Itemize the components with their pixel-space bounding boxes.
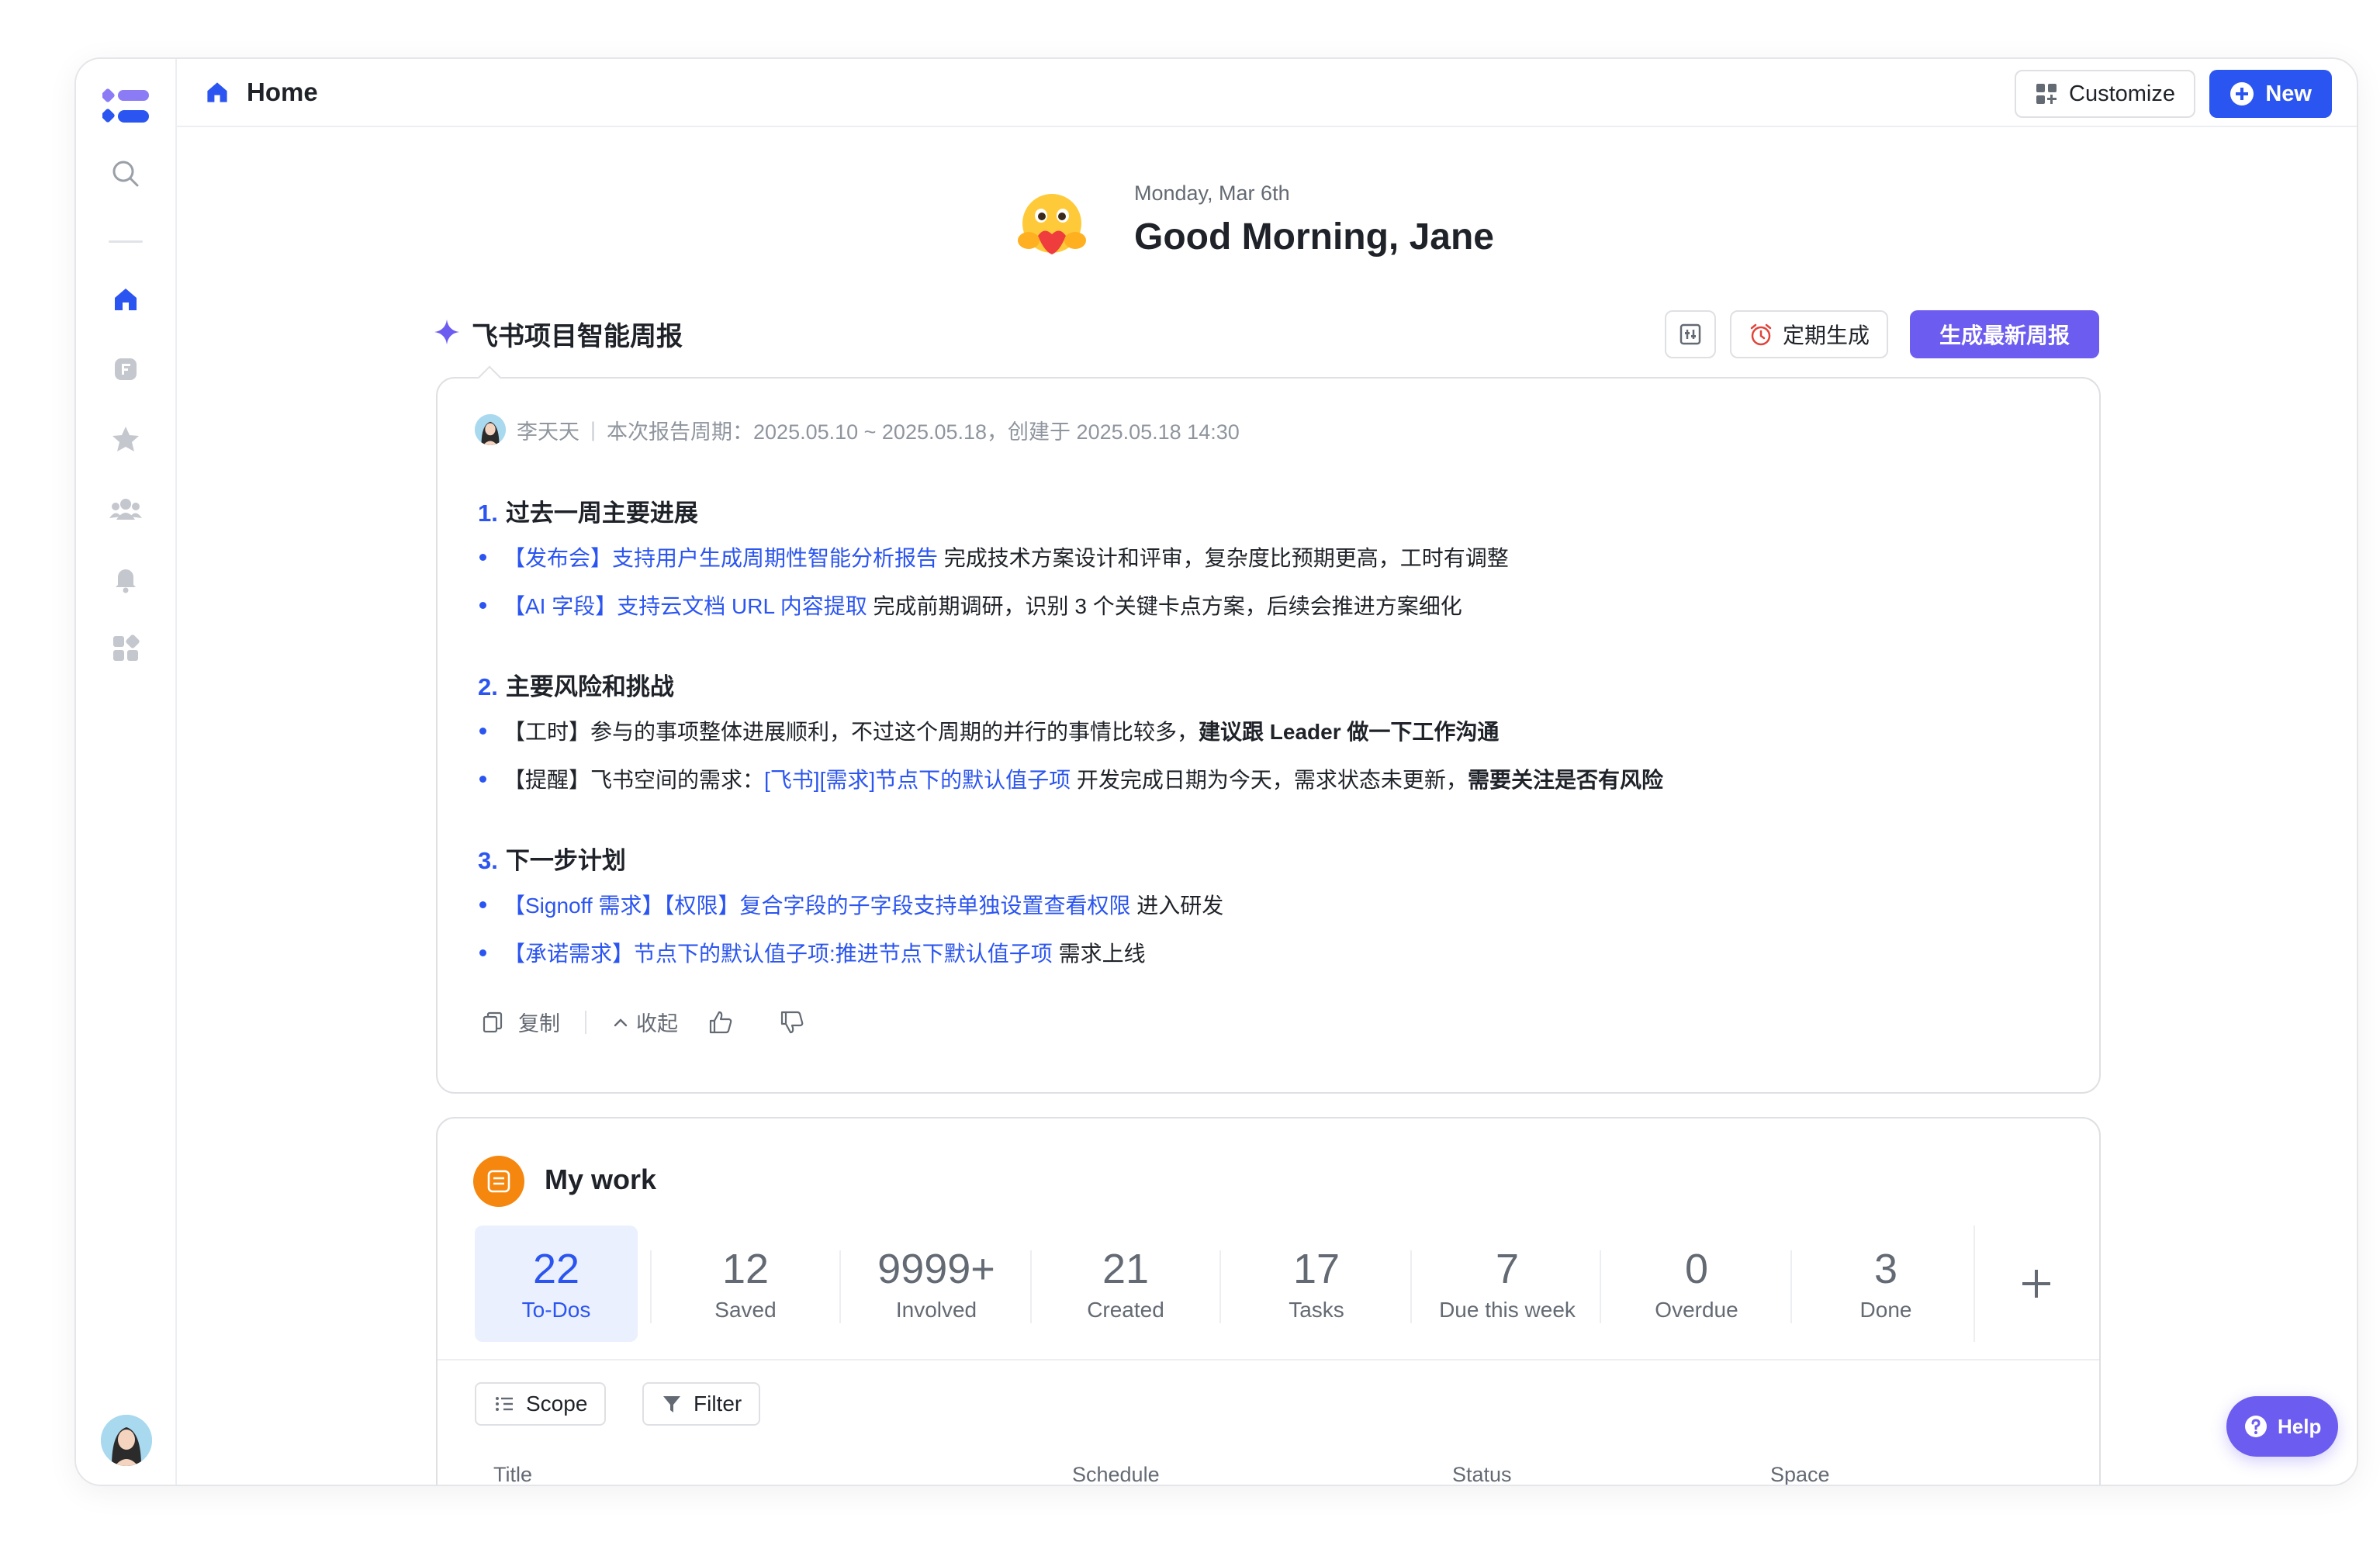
collapse-button[interactable]: 收起 — [636, 1007, 678, 1037]
filter-button[interactable]: Filter — [642, 1382, 761, 1426]
page-title: Home — [247, 78, 318, 106]
top-bar: Home Customize New — [177, 59, 2357, 127]
stat-due-this-week[interactable]: 7 Due this week — [1426, 1226, 1589, 1342]
alarm-clock-icon — [1750, 323, 1772, 346]
item-link[interactable]: 【Signoff 需求】【权限】复合字段的子字段支持单独设置查看权限 — [503, 894, 1130, 918]
column-status[interactable]: Status — [1452, 1463, 1512, 1485]
section-title: 2. 主要风险和挑战 — [478, 673, 674, 700]
list-item: 【AI 字段】支持云文档 URL 内容提取 完成前期调研，识别 3 个关键卡点方… — [479, 589, 1462, 621]
stat-divider — [1790, 1250, 1792, 1323]
report-period: 本次报告周期：2025.05.10 ~ 2025.05.18，创建于 2025.… — [607, 420, 1240, 444]
report-author: 李天天 — [517, 420, 579, 444]
help-button[interactable]: Help — [2226, 1396, 2339, 1457]
breadcrumb: Home — [203, 78, 318, 107]
user-avatar[interactable] — [101, 1415, 152, 1466]
hug-emoji-icon — [1015, 192, 1089, 259]
list-item: 【工时】参与的事项整体进展顺利，不过这个周期的并行的事情比较多，建议跟 Lead… — [479, 715, 1499, 746]
grid-icon — [2036, 84, 2057, 104]
scope-label: Scope — [526, 1392, 588, 1416]
author-avatar — [475, 414, 506, 445]
report-card: 李天天 | 本次报告周期：2025.05.10 ~ 2025.05.18，创建于… — [436, 365, 2101, 1094]
section-title: 3. 下一步计划 — [478, 847, 626, 874]
document-icon[interactable] — [107, 351, 144, 388]
my-work-card: My work 22 To-Dos 12 Saved 9999+ Involved 2… — [436, 1117, 2101, 1485]
add-stat-button[interactable] — [1974, 1226, 2098, 1342]
meta-separator: | — [590, 417, 597, 441]
greeting-title: Good Morning, Jane — [1134, 216, 1494, 258]
work-divider — [438, 1359, 2099, 1360]
bell-icon[interactable] — [107, 560, 144, 597]
action-separator — [585, 1010, 586, 1034]
list-item: 【提醒】飞书空间的需求：[飞书][需求]节点下的默认值子项 开发完成日期为今天，… — [479, 763, 1663, 794]
app-window: Home Customize New Monday, Mar 6th Good … — [74, 57, 2358, 1486]
stat-divider — [1219, 1250, 1221, 1323]
new-label: New — [2265, 81, 2312, 106]
stat-saved[interactable]: 12 Saved — [664, 1226, 827, 1342]
card-notch — [477, 365, 502, 390]
stat-tasks[interactable]: 17 Tasks — [1235, 1226, 1398, 1342]
filter-label: Filter — [694, 1392, 742, 1416]
scope-button[interactable]: Scope — [475, 1382, 607, 1426]
stat-divider — [839, 1250, 841, 1323]
plus-circle-icon — [2230, 82, 2254, 105]
stat-divider — [1410, 1250, 1412, 1323]
item-link[interactable]: 【发布会】支持用户生成周期性智能分析报告 — [503, 546, 938, 570]
stat-divider — [650, 1250, 652, 1323]
report-actions: 复制 收起 — [481, 1007, 805, 1037]
list-icon — [496, 1397, 513, 1411]
star-icon[interactable] — [107, 420, 144, 458]
item-link[interactable]: 【承诺需求】节点下的默认值子项:推进节点下默认值子项 — [503, 942, 1053, 966]
list-item: 【发布会】支持用户生成周期性智能分析报告 完成技术方案设计和评审，复杂度比预期更… — [479, 541, 1509, 572]
timed-generate-button[interactable]: 定期生成 — [1730, 310, 1889, 358]
stat-divider — [1030, 1250, 1032, 1323]
new-button[interactable]: New — [2209, 70, 2332, 118]
app-logo-icon[interactable] — [101, 87, 152, 127]
copy-button[interactable]: 复制 — [518, 1007, 560, 1037]
thumbs-down-icon[interactable] — [779, 1009, 805, 1035]
report-title: 飞书项目智能周报 — [472, 322, 683, 351]
item-link[interactable]: 【AI 字段】支持云文档 URL 内容提取 — [503, 594, 867, 618]
list-item: 【承诺需求】节点下的默认值子项:推进节点下默认值子项 需求上线 — [479, 937, 1146, 968]
thumbs-up-icon[interactable] — [707, 1009, 734, 1035]
stat-created[interactable]: 21 Created — [1044, 1226, 1207, 1342]
work-list-icon — [473, 1156, 524, 1207]
column-schedule[interactable]: Schedule — [1072, 1463, 1160, 1485]
apps-icon[interactable] — [107, 630, 144, 667]
team-icon[interactable] — [107, 490, 144, 527]
list-item: 【Signoff 需求】【权限】复合字段的子字段支持单独设置查看权限 进入研发 — [479, 889, 1223, 920]
timed-generate-label: 定期生成 — [1783, 323, 1870, 347]
generate-report-button[interactable]: 生成最新周报 — [1910, 310, 2099, 358]
report-settings-button[interactable] — [1665, 310, 1716, 358]
report-meta: 李天天 | 本次报告周期：2025.05.10 ~ 2025.05.18，创建于… — [475, 414, 1240, 445]
customize-label: Customize — [2069, 81, 2175, 106]
sliders-icon — [1679, 323, 1701, 345]
chevron-up-icon[interactable] — [611, 1013, 630, 1032]
column-title[interactable]: Title — [493, 1463, 532, 1485]
column-space[interactable]: Space — [1770, 1463, 1830, 1485]
work-title: My work — [545, 1163, 657, 1195]
question-icon — [2245, 1416, 2267, 1437]
help-label: Help — [2278, 1414, 2322, 1438]
stat-overdue[interactable]: 0 Overdue — [1615, 1226, 1778, 1342]
plus-icon — [2022, 1270, 2050, 1298]
stat-divider — [1600, 1250, 1601, 1323]
stat-done[interactable]: 3 Done — [1804, 1226, 1967, 1342]
copy-icon[interactable] — [481, 1011, 504, 1034]
search-icon[interactable] — [107, 155, 144, 192]
stat-todos[interactable]: 22 To-Dos — [475, 1226, 638, 1342]
sparkle-icon — [433, 318, 461, 346]
filter-icon — [663, 1396, 680, 1412]
home-icon[interactable] — [107, 281, 144, 318]
section-title: 1. 过去一周主要进展 — [478, 500, 698, 527]
home-icon — [207, 82, 227, 102]
customize-button[interactable]: Customize — [2015, 70, 2195, 118]
sidebar-divider — [109, 240, 143, 243]
greeting-date: Monday, Mar 6th — [1134, 182, 1290, 205]
stat-involved[interactable]: 9999+ Involved — [855, 1226, 1018, 1342]
item-link[interactable]: [飞书][需求]节点下的默认值子项 — [764, 768, 1071, 792]
sidebar — [76, 59, 177, 1485]
